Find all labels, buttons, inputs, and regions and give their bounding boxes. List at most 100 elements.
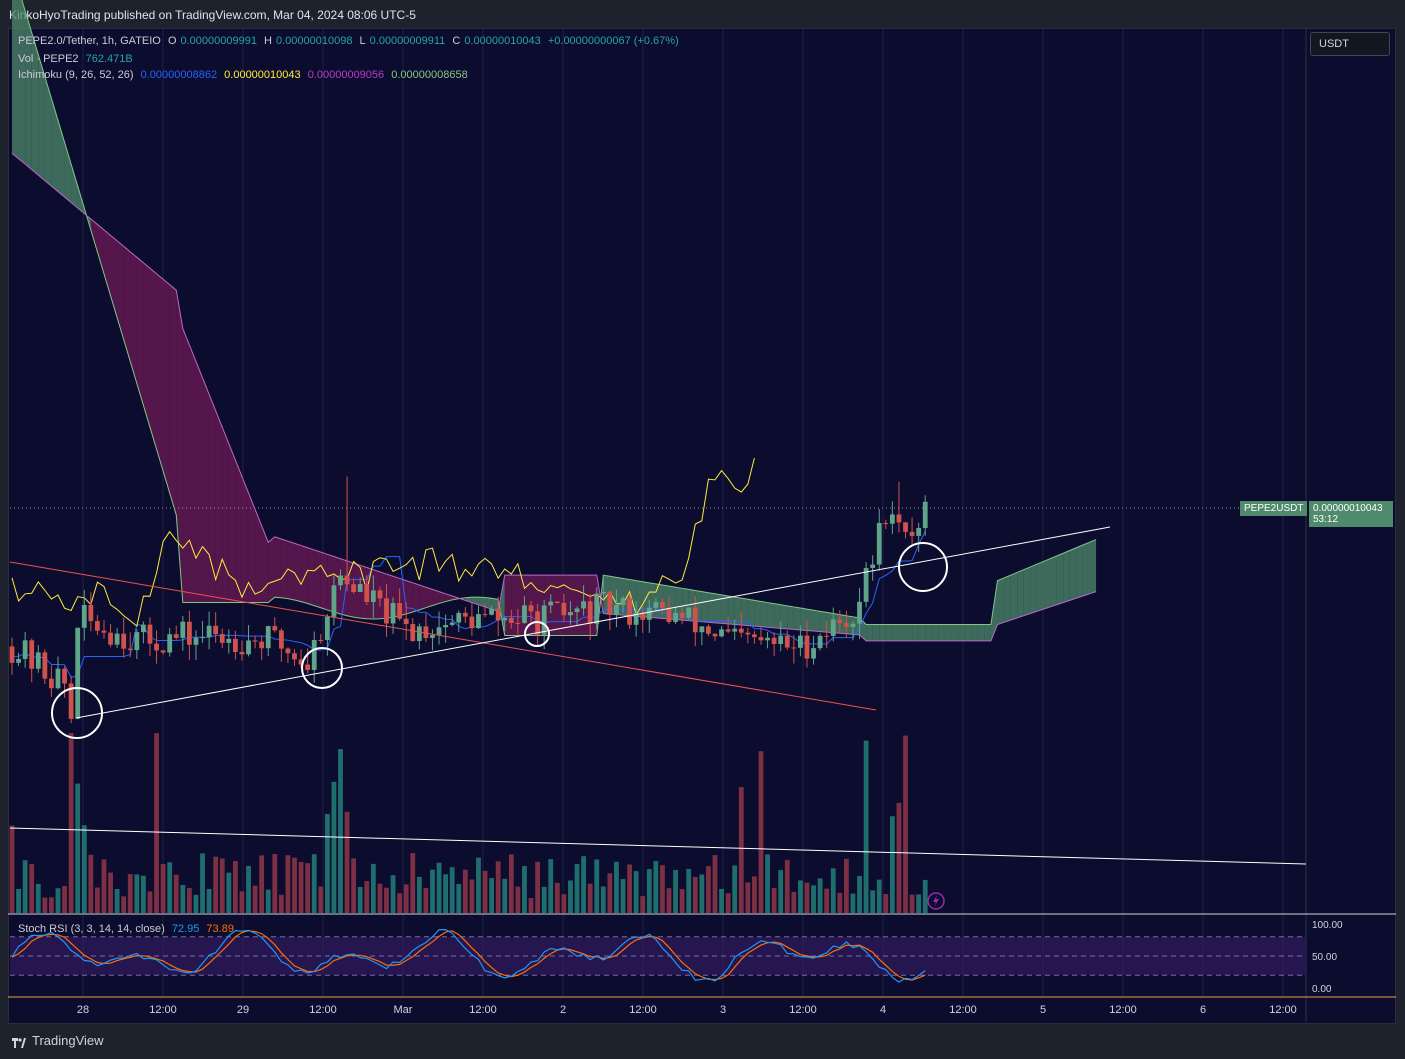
stoch-legend[interactable]: Stoch RSI (3, 3, 14, 14, close) 72.95 73… [18,923,238,935]
candle-body [692,607,698,633]
volume-bar [857,875,862,913]
volume-bar [134,874,140,913]
candle-body [798,635,803,648]
cloud-segment [885,624,893,641]
cloud-segment [1036,561,1044,612]
candle-body [561,602,567,616]
candle-body [804,635,810,659]
volume-bar [278,894,284,913]
volume-bar [646,868,652,913]
candle-body [252,640,258,642]
candle-body [554,601,560,603]
cloud-segment [1063,550,1070,603]
cloud-segment [912,624,919,641]
candle-body [817,635,823,649]
ichimoku-label[interactable]: Ichimoku (9, 26, 52, 26) [18,69,134,81]
tradingview-mark-icon [12,1036,26,1048]
volume-bar [81,825,87,913]
low-value: 0.00000009911 [369,35,446,47]
candle-body [495,609,501,621]
volume-bar [804,882,810,913]
candle-body [699,626,705,633]
candle-body [916,527,922,536]
candle-body [791,647,797,649]
cloud-segment [997,577,1005,625]
cloud-segment [918,624,926,641]
tradingview-logo[interactable]: TradingView [12,1033,104,1048]
cloud-segment [931,624,939,641]
volume-bar [206,888,212,913]
volume-bar [712,855,718,913]
volume-bar [95,887,100,913]
volume-bar [653,861,659,913]
candle-body [35,652,41,669]
volume-bar [600,886,606,913]
volume-bar [311,854,317,913]
cloud-segment [879,624,886,641]
cloud-segment [800,608,807,631]
cloud-segment [971,624,978,641]
high-label: H [264,35,272,47]
cloud-segment [406,580,413,614]
volume-bar [627,864,632,913]
volume-label[interactable]: Vol · PEPE2 [18,53,79,65]
cloud-segment [432,589,440,606]
volume-bar [147,891,153,913]
volume-bar [456,884,462,913]
candle-body [883,523,889,525]
cloud-segment [820,611,827,633]
volume-bar [331,781,337,913]
candle-body [430,634,435,638]
volume-bar [686,868,692,913]
cloud-segment [708,592,715,623]
cloud-segment [182,328,190,603]
cloud-segment [1076,545,1083,599]
candle-body [482,614,488,616]
volume-bar [285,855,291,913]
volume-bar [403,884,409,913]
candle-body [660,602,665,608]
downtrend-line [9,561,877,711]
candle-body [338,575,343,586]
volume-bar [752,876,757,913]
volume-bar [876,879,882,913]
volume-bar [88,854,94,913]
cloud-segment [235,460,242,603]
candle-body [193,637,199,645]
symbol-legend[interactable]: PEPE2.0/Tether, 1h, GATEIO O 0.0000000999… [18,35,683,47]
volume-bar [870,890,876,913]
candle-body [219,634,225,643]
x-tick-label: 4 [880,1004,886,1016]
volume-bar [587,883,593,913]
stoch-label[interactable]: Stoch RSI (3, 3, 14, 14, close) [18,923,165,935]
candle-body [246,640,251,655]
cloud-segment [866,624,873,641]
candle-body [29,640,35,669]
volume-bar [377,883,383,913]
candle-body [108,632,113,645]
volume-bar [173,874,179,913]
cloud-segment [301,545,308,604]
volume-legend[interactable]: Vol · PEPE2 762.471B [18,53,137,65]
cloud-segment [925,624,932,641]
ichimoku-legend[interactable]: Ichimoku (9, 26, 52, 26) 0.00000008862 0… [18,69,472,81]
volume-bar [561,894,567,913]
close-label: C [452,35,461,47]
volume-bar [843,858,849,913]
cloud-segment [1023,566,1031,616]
volume-bar [272,854,278,913]
volume-bar [666,888,672,913]
cloud-segment [905,624,913,641]
volume-bar [318,886,324,913]
cloud-segment [964,624,972,641]
volume-bar [416,876,422,913]
chart-canvas[interactable]: 0.000000180000.000000170000.000000160000… [0,0,1405,1059]
symbol-name[interactable]: PEPE2.0/Tether, 1h, GATEIO [18,35,161,47]
candle-body [75,627,81,719]
candle-body [600,591,606,594]
volume-bar [614,861,619,913]
currency-button[interactable]: USDT [1310,32,1390,56]
cloud-segment [419,585,426,610]
candle-body [765,637,770,641]
cloud-segment [195,361,203,603]
